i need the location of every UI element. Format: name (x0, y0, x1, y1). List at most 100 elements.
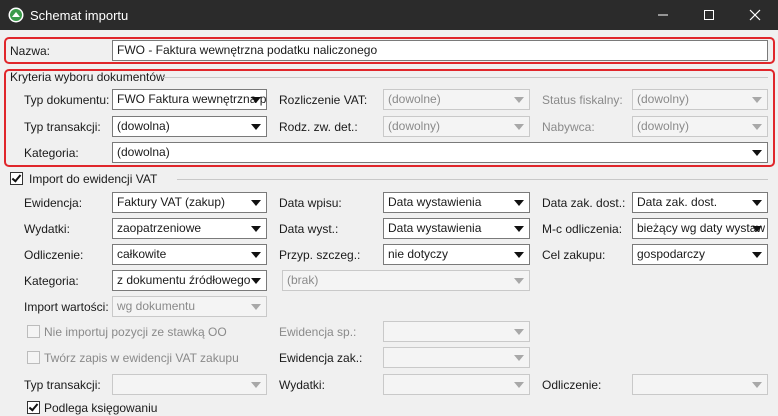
chevron-down-icon (752, 200, 762, 206)
import-wartosci-select[interactable]: wg dokumentu (112, 296, 267, 317)
maximize-button[interactable] (686, 0, 732, 30)
kryteria-kategoria-select[interactable]: (dowolna) (112, 142, 768, 163)
import-vat-label: Import do ewidencji VAT (29, 172, 158, 186)
mc-odliczenia-value: bieżący wg daty wystaw (637, 221, 766, 235)
chevron-down-icon (752, 97, 762, 103)
data-zak-dost-label: Data zak. dost.: (542, 196, 626, 210)
title-bar: Schemat importu (0, 0, 778, 30)
rozliczenie-vat-value: (dowolne) (388, 92, 441, 106)
chevron-down-icon (251, 382, 261, 388)
chevron-down-icon (251, 304, 261, 310)
checkmark-icon (28, 401, 39, 412)
typ-dokumentu-label: Typ dokumentu: (24, 93, 110, 107)
chevron-down-icon (752, 124, 762, 130)
chevron-down-icon (514, 278, 524, 284)
import-wartosci-label: Import wartości: (24, 300, 109, 314)
chevron-down-icon (251, 124, 261, 130)
window-title: Schemat importu (30, 8, 129, 23)
ewidencja-value: Faktury VAT (zakup) (117, 195, 226, 209)
typ-transakcji-label: Typ transakcji: (24, 120, 101, 134)
data-zak-dost-value: Data zak. dost. (637, 195, 718, 209)
close-icon (749, 9, 761, 21)
data-wpisu-value: Data wystawienia (388, 195, 482, 209)
rodz-zw-det-select[interactable]: (dowolny) (383, 116, 530, 137)
wydatki-select[interactable]: zaopatrzeniowe (112, 218, 267, 239)
cel-zakupu-value: gospodarczy (637, 247, 706, 261)
nazwa-label: Nazwa: (10, 44, 51, 58)
podlega-ksiegowaniu-checkbox[interactable] (27, 401, 40, 414)
chevron-down-icon (514, 97, 524, 103)
nabywca-select[interactable]: (dowolny) (632, 116, 768, 137)
mc-odliczenia-label: M-c odliczenia: (542, 222, 623, 236)
odliczenie-value: całkowite (117, 247, 167, 261)
chevron-down-icon (514, 200, 524, 206)
wydatki2-select[interactable] (383, 374, 530, 395)
chevron-down-icon (752, 382, 762, 388)
chevron-down-icon (752, 150, 762, 156)
typ-dokumentu-value: FWO Faktura wewnętrzna p (117, 92, 267, 106)
tworz-zapis-checkbox[interactable] (27, 351, 40, 364)
ewidencja-sp-select[interactable] (383, 321, 530, 342)
kryteria-kategoria-label: Kategoria: (24, 146, 79, 160)
status-fiskalny-label: Status fiskalny: (542, 93, 623, 107)
data-wyst-select[interactable]: Data wystawienia (383, 218, 530, 239)
przyp-szczeg-value: nie dotyczy (388, 247, 449, 261)
cel-zakupu-select[interactable]: gospodarczy (632, 244, 768, 265)
przyp-szczeg-label: Przyp. szczeg.: (279, 248, 361, 262)
kryteria-title: Kryteria wyboru dokumentów (10, 70, 165, 84)
typ-transakcji-select[interactable]: (dowolna) (112, 116, 267, 137)
maximize-icon (704, 10, 714, 20)
vat-typ-transakcji-select[interactable] (112, 374, 267, 395)
ewidencja-select[interactable]: Faktury VAT (zakup) (112, 192, 267, 213)
nabywca-value: (dowolny) (637, 119, 690, 133)
nabywca-label: Nabywca: (542, 120, 595, 134)
minimize-icon (658, 14, 668, 16)
import-vat-checkbox[interactable] (10, 172, 23, 185)
chevron-down-icon (514, 382, 524, 388)
minimize-button[interactable] (640, 0, 686, 30)
odliczenie2-label: Odliczenie: (542, 378, 602, 392)
vat-kategoria-value: z dokumentu źródłowego (117, 273, 251, 287)
mc-odliczenia-select[interactable]: bieżący wg daty wystaw (632, 218, 768, 239)
odliczenie2-select[interactable] (632, 374, 768, 395)
chevron-down-icon (251, 200, 261, 206)
chevron-down-icon (514, 355, 524, 361)
chevron-down-icon (514, 226, 524, 232)
status-fiskalny-select[interactable]: (dowolny) (632, 89, 768, 110)
chevron-down-icon (752, 226, 762, 232)
import-wartosci-value: wg dokumentu (117, 299, 196, 313)
nie-importuj-checkbox[interactable] (27, 325, 40, 338)
typ-dokumentu-select[interactable]: FWO Faktura wewnętrzna p (112, 89, 267, 110)
checkmark-icon (11, 172, 22, 183)
kryteria-divider (162, 77, 768, 78)
wydatki2-label: Wydatki: (279, 378, 325, 392)
przyp-szczeg-select[interactable]: nie dotyczy (383, 244, 530, 265)
vat-kategoria-extra-select[interactable]: (brak) (282, 270, 530, 291)
tworz-zapis-label: Twórz zapis w ewidencji VAT zakupu (44, 351, 239, 365)
chevron-down-icon (514, 124, 524, 130)
data-wpisu-select[interactable]: Data wystawienia (383, 192, 530, 213)
chevron-down-icon (251, 278, 261, 284)
vat-kategoria-extra-value: (brak) (287, 273, 319, 287)
rodz-zw-det-value: (dowolny) (388, 119, 441, 133)
nazwa-input[interactable]: FWO - Faktura wewnętrzna podatku naliczo… (112, 40, 768, 61)
chevron-down-icon (251, 252, 261, 258)
ewidencja-label: Ewidencja: (24, 196, 83, 210)
vat-kategoria-select[interactable]: z dokumentu źródłowego (112, 270, 267, 291)
odliczenie-select[interactable]: całkowite (112, 244, 267, 265)
status-fiskalny-value: (dowolny) (637, 92, 690, 106)
data-wyst-value: Data wystawienia (388, 221, 482, 235)
data-zak-dost-select[interactable]: Data zak. dost. (632, 192, 768, 213)
chevron-down-icon (752, 252, 762, 258)
vat-kategoria-label: Kategoria: (24, 274, 79, 288)
rozliczenie-vat-select[interactable]: (dowolne) (383, 89, 530, 110)
close-button[interactable] (732, 0, 778, 30)
typ-transakcji-value: (dowolna) (117, 119, 170, 133)
chevron-down-icon (251, 97, 261, 103)
podlega-ksiegowaniu-label: Podlega księgowaniu (44, 401, 158, 415)
ewidencja-sp-label: Ewidencja sp.: (279, 325, 357, 339)
nie-importuj-label: Nie importuj pozycji ze stawką OO (44, 325, 227, 339)
cel-zakupu-label: Cel zakupu: (542, 248, 606, 262)
ewidencja-zak-select[interactable] (383, 347, 530, 368)
wydatki-value: zaopatrzeniowe (117, 221, 202, 235)
